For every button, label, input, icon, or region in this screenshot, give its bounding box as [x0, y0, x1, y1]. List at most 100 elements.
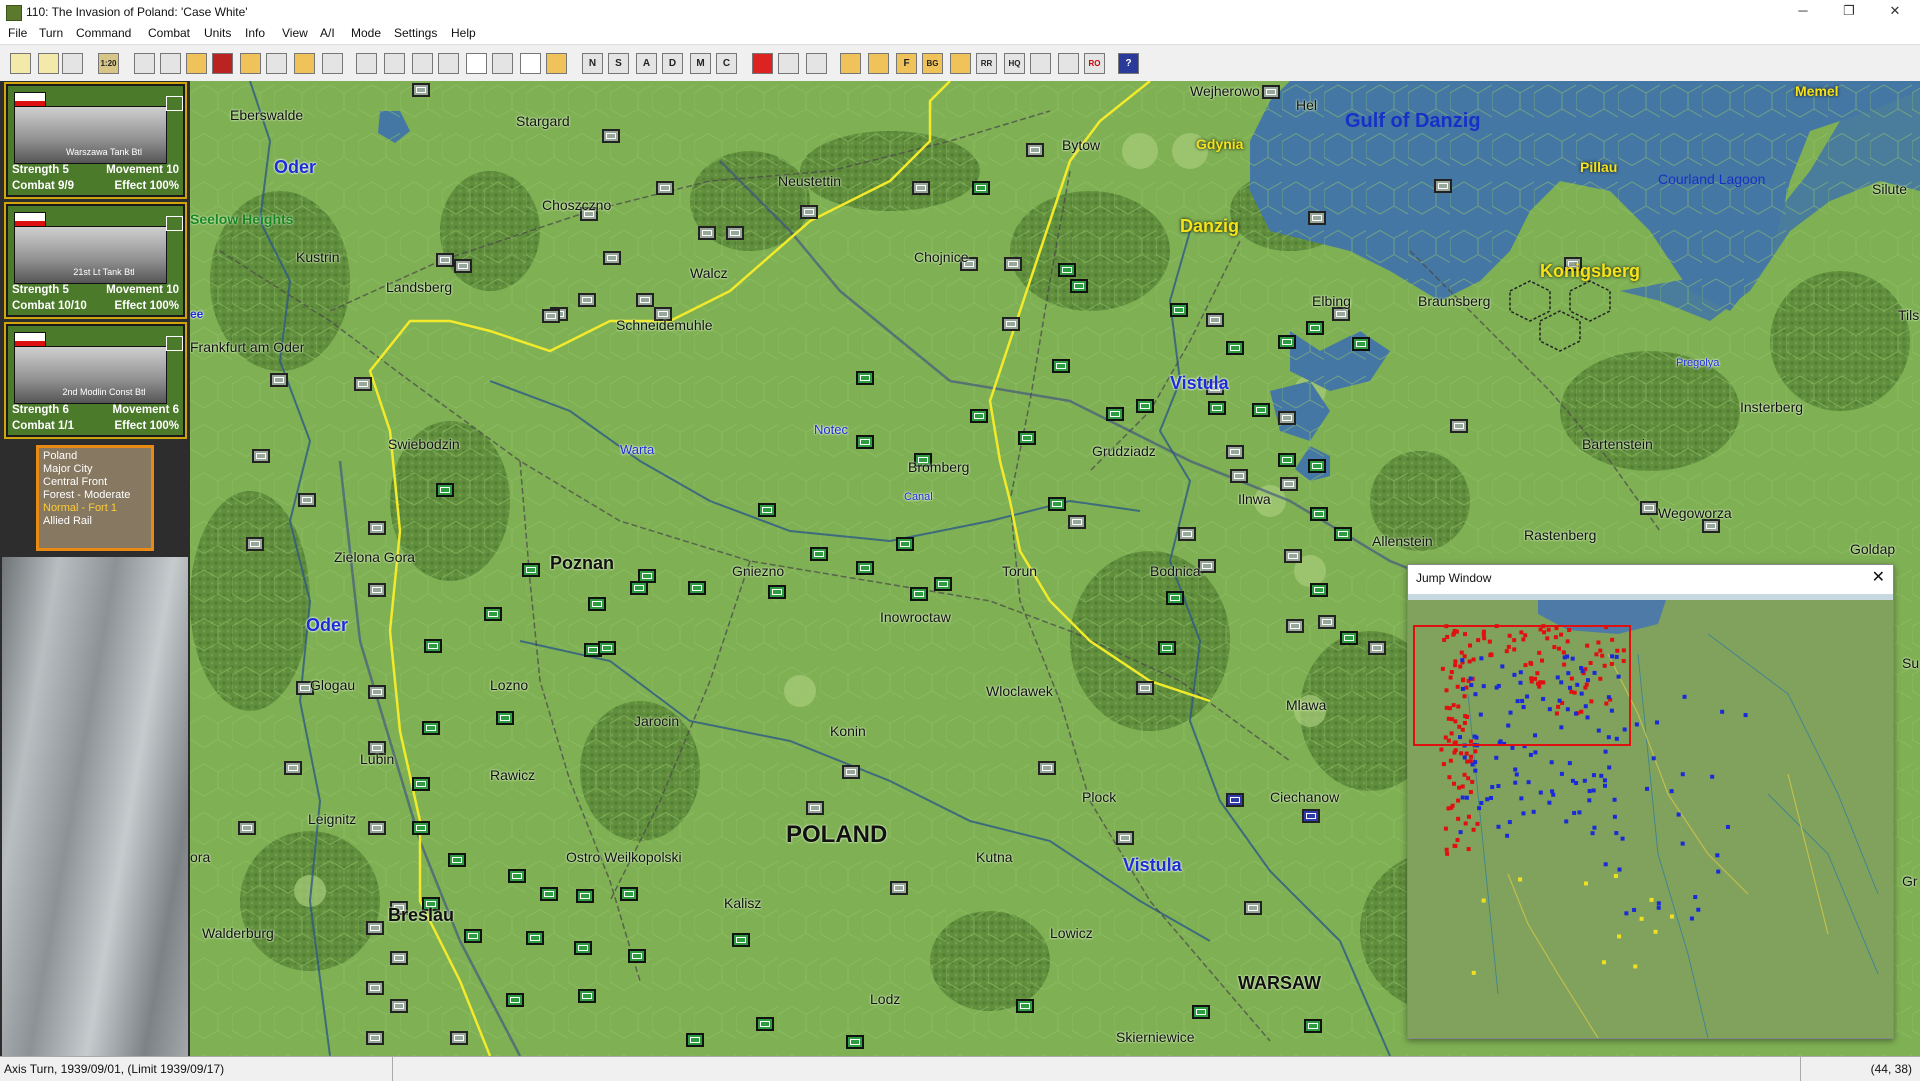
axis-unit[interactable]: [284, 761, 302, 775]
polish-unit[interactable]: [1278, 335, 1296, 349]
polish-unit[interactable]: [630, 581, 648, 595]
axis-unit[interactable]: [368, 685, 386, 699]
aircraft-icon[interactable]: [546, 53, 567, 74]
jump-window-close-button[interactable]: ✕: [1872, 567, 1885, 587]
bridge-icon[interactable]: [160, 53, 181, 74]
axis-unit[interactable]: [806, 801, 824, 815]
axis-unit[interactable]: [603, 251, 621, 265]
menu-help[interactable]: Help: [451, 26, 476, 40]
polish-unit[interactable]: [856, 371, 874, 385]
polish-unit[interactable]: [1252, 403, 1270, 417]
axis-unit[interactable]: [912, 181, 930, 195]
axis-unit[interactable]: [1702, 519, 1720, 533]
help-button[interactable]: ?: [1118, 53, 1139, 74]
axis-unit[interactable]: [298, 493, 316, 507]
axis-unit[interactable]: [1368, 641, 1386, 655]
report-icon[interactable]: [492, 53, 513, 74]
polish-unit[interactable]: [412, 777, 430, 791]
axis-unit[interactable]: [1280, 477, 1298, 491]
polish-unit[interactable]: [1136, 399, 1154, 413]
polish-unit[interactable]: [768, 585, 786, 599]
window-icon[interactable]: [520, 53, 541, 74]
menu-command[interactable]: Command: [76, 26, 131, 40]
axis-unit[interactable]: [726, 226, 744, 240]
polish-unit[interactable]: [526, 931, 544, 945]
polish-unit[interactable]: [1308, 459, 1326, 473]
polish-unit[interactable]: [846, 1035, 864, 1049]
menu-settings[interactable]: Settings: [394, 26, 437, 40]
minimize-button[interactable]: ─: [1780, 0, 1826, 24]
hq-range-icon[interactable]: [868, 53, 889, 74]
axis-unit[interactable]: [390, 999, 408, 1013]
zoom-ratio-button[interactable]: 1:20: [98, 53, 119, 74]
ro-button[interactable]: RO: [1084, 53, 1105, 74]
axis-unit[interactable]: [1244, 901, 1262, 915]
polish-unit-hq[interactable]: [1302, 809, 1320, 823]
axis-unit[interactable]: [368, 821, 386, 835]
axis-unit[interactable]: [368, 583, 386, 597]
polish-unit[interactable]: [1170, 303, 1188, 317]
polish-unit[interactable]: [1334, 527, 1352, 541]
polish-unit[interactable]: [896, 537, 914, 551]
polish-unit[interactable]: [972, 181, 990, 195]
south-button[interactable]: S: [608, 53, 629, 74]
menu-mode[interactable]: Mode: [351, 26, 381, 40]
polish-unit[interactable]: [1106, 407, 1124, 421]
circle-icon[interactable]: [950, 53, 971, 74]
axis-unit[interactable]: [1038, 761, 1056, 775]
stop-icon[interactable]: [322, 53, 343, 74]
polish-unit[interactable]: [1048, 497, 1066, 511]
axis-unit[interactable]: [1278, 411, 1296, 425]
jump-window[interactable]: Jump Window ✕: [1407, 564, 1894, 1039]
polish-unit[interactable]: [1166, 591, 1184, 605]
polish-unit[interactable]: [578, 989, 596, 1003]
unit-card[interactable]: 21st Lt Tank Btl Strength 5 Movement 10 …: [4, 202, 187, 319]
axis-unit[interactable]: [368, 521, 386, 535]
axis-unit[interactable]: [1318, 615, 1336, 629]
attack-icon[interactable]: [752, 53, 773, 74]
unit-card[interactable]: Warszawa Tank Btl Strength 5 Movement 10…: [4, 82, 187, 199]
axis-unit[interactable]: [1434, 179, 1452, 193]
reinforce-icon[interactable]: [294, 53, 315, 74]
polish-unit[interactable]: [1016, 999, 1034, 1013]
axis-unit[interactable]: [1284, 549, 1302, 563]
menu-file[interactable]: File: [8, 26, 27, 40]
polish-unit[interactable]: [1352, 337, 1370, 351]
axis-unit[interactable]: [636, 293, 654, 307]
polish-unit[interactable]: [1304, 1019, 1322, 1033]
axis-unit[interactable]: [1286, 619, 1304, 633]
axis-unit[interactable]: [1640, 501, 1658, 515]
road-icon[interactable]: [134, 53, 155, 74]
save-icon[interactable]: [62, 53, 83, 74]
polish-unit[interactable]: [522, 563, 540, 577]
axis-unit[interactable]: [366, 1031, 384, 1045]
axis-unit[interactable]: [390, 951, 408, 965]
axis-unit[interactable]: [602, 129, 620, 143]
polish-unit[interactable]: [436, 483, 454, 497]
polish-unit[interactable]: [1310, 507, 1328, 521]
unit-card[interactable]: 2nd Modlin Const Btl Strength 6 Movement…: [4, 322, 187, 439]
defend-icon[interactable]: [778, 53, 799, 74]
menu-ai[interactable]: A/I: [320, 26, 335, 40]
polish-unit[interactable]: [856, 435, 874, 449]
menu-info[interactable]: Info: [245, 26, 265, 40]
axis-unit[interactable]: [1178, 527, 1196, 541]
new-game-icon[interactable]: [10, 53, 31, 74]
no-entry-icon[interactable]: [1058, 53, 1079, 74]
hex-icon[interactable]: [412, 53, 433, 74]
polish-unit[interactable]: [910, 587, 928, 601]
axis-unit[interactable]: [366, 981, 384, 995]
zoom-out-icon[interactable]: [384, 53, 405, 74]
axis-unit[interactable]: [1308, 211, 1326, 225]
polish-unit[interactable]: [508, 869, 526, 883]
menu-turn[interactable]: Turn: [39, 26, 63, 40]
menu-combat[interactable]: Combat: [148, 26, 190, 40]
polish-unit[interactable]: [810, 547, 828, 561]
polish-unit[interactable]: [540, 887, 558, 901]
bg-button[interactable]: BG: [922, 53, 943, 74]
axis-unit[interactable]: [1206, 313, 1224, 327]
c-button[interactable]: C: [716, 53, 737, 74]
axis-unit[interactable]: [542, 309, 560, 323]
polish-unit[interactable]: [484, 607, 502, 621]
polish-unit[interactable]: [574, 941, 592, 955]
